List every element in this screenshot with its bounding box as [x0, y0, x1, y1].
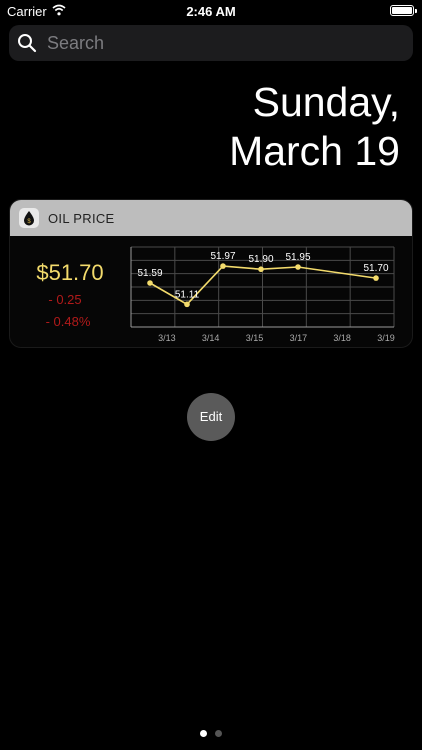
search-input[interactable] — [47, 25, 397, 61]
x-tick-label: 3/14 — [202, 333, 220, 343]
x-tick-label: 3/19 — [377, 333, 395, 343]
oil-price-widget[interactable]: $ OIL PRICE $51.70 - 0.25 - 0.48% 3/13 3/… — [9, 199, 413, 348]
page-dot[interactable] — [215, 730, 222, 737]
date-weekday: Sunday, — [252, 79, 400, 125]
page-dot-active[interactable] — [200, 730, 207, 737]
x-tick-label: 3/18 — [333, 333, 351, 343]
page-indicator[interactable] — [197, 730, 225, 738]
date-display: Sunday, March 19 — [229, 78, 400, 176]
data-label: 51.70 — [363, 263, 388, 274]
battery-icon — [390, 5, 417, 16]
data-point — [220, 263, 226, 269]
data-label: 51.97 — [210, 251, 235, 262]
price-chart: 3/13 3/14 3/15 3/17 3/18 3/19 51.59 51.11 51.97 5… — [130, 246, 395, 343]
data-label: 51.11 — [175, 289, 200, 300]
edit-label: Edit — [200, 409, 223, 424]
status-bar: Carrier 2:46 AM — [0, 0, 422, 22]
date-day: March 19 — [229, 128, 400, 174]
search-bar[interactable] — [9, 25, 413, 61]
data-label: 51.59 — [137, 268, 162, 279]
status-time: 2:46 AM — [186, 4, 236, 19]
data-point — [184, 301, 190, 308]
data-point — [373, 275, 379, 281]
data-point — [295, 264, 301, 270]
edit-button[interactable]: Edit — [186, 392, 236, 442]
data-label: 51.95 — [285, 252, 310, 263]
data-label: 51.90 — [248, 254, 273, 265]
data-point — [147, 280, 153, 286]
x-tick-label: 3/17 — [290, 333, 308, 343]
x-tick-label: 3/15 — [246, 333, 264, 343]
x-tick-label: 3/13 — [158, 333, 176, 343]
search-icon — [18, 34, 37, 53]
data-point — [258, 266, 264, 273]
